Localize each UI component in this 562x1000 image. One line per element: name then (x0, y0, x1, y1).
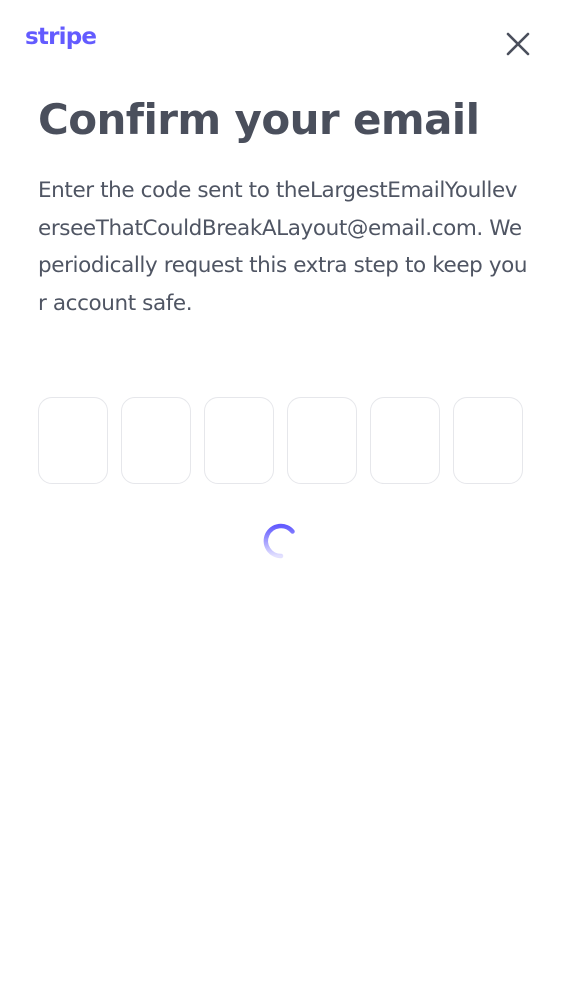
close-icon (506, 32, 530, 56)
verification-code-inputs (38, 397, 523, 484)
spinner-icon (263, 523, 295, 559)
instructions-text: Enter the code sent to theLargestEmailYo… (38, 178, 528, 316)
code-digit-5[interactable] (370, 397, 440, 484)
code-digit-4[interactable] (287, 397, 357, 484)
code-digit-6[interactable] (453, 397, 523, 484)
page-title: Confirm your email (38, 95, 480, 144)
code-digit-2[interactable] (121, 397, 191, 484)
code-digit-3[interactable] (204, 397, 274, 484)
close-button[interactable] (498, 24, 538, 64)
header: stripe (0, 0, 562, 90)
stripe-logo: stripe (25, 24, 97, 50)
code-digit-1[interactable] (38, 397, 108, 484)
